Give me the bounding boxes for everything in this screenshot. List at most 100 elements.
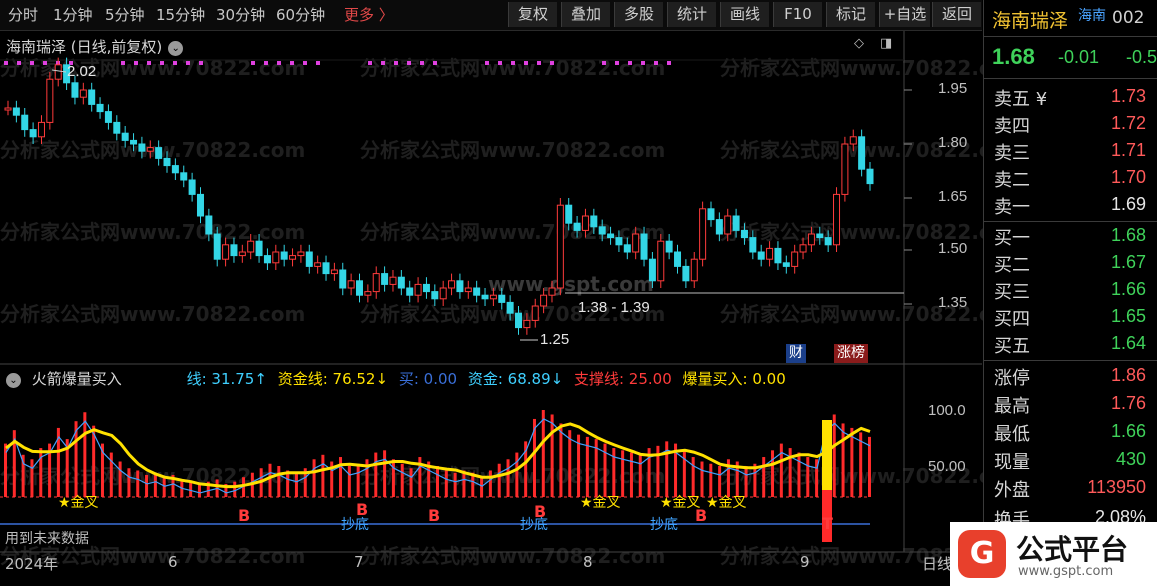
period-tab-1min[interactable]: 1分钟 <box>53 4 93 26</box>
candle-body <box>515 312 523 329</box>
volume-bar <box>312 459 316 497</box>
candle-body <box>29 129 37 138</box>
kline-chart[interactable] <box>0 31 982 586</box>
f10-button[interactable]: F10 <box>773 2 822 27</box>
candle-body <box>364 291 372 296</box>
candle-body <box>355 280 363 296</box>
ask-price: 1.71 <box>1110 140 1146 160</box>
bid-label: 买五 <box>994 336 1030 357</box>
price-axis-label: 1.95 <box>938 80 968 97</box>
signal-dot <box>628 61 632 65</box>
last-price: 1.68 <box>992 44 1035 69</box>
candle-body <box>138 143 146 152</box>
candle-body <box>640 233 648 260</box>
bid-row[interactable]: 买一 1.68 <box>984 224 1157 250</box>
ask-row[interactable]: 卖四 1.72 <box>984 112 1157 138</box>
candle-body <box>724 215 732 235</box>
candle-body <box>665 240 673 253</box>
period-tab-30min[interactable]: 30分钟 <box>216 4 265 26</box>
candle-body <box>188 179 196 195</box>
ask-row[interactable]: 卖三 1.71 <box>984 139 1157 165</box>
ask-row[interactable]: 卖五 ¥ 1.73 <box>984 85 1157 111</box>
period-tab-5min[interactable]: 5分钟 <box>105 4 145 26</box>
candle-body <box>431 291 439 300</box>
candle-body <box>548 287 556 296</box>
ask-row[interactable]: 卖一 1.69 <box>984 193 1157 219</box>
rank-tag[interactable]: 涨榜 <box>834 344 868 363</box>
period-tab-intraday[interactable]: 分时 <box>8 4 38 26</box>
toolbar: 分时 1分钟 5分钟 15分钟 30分钟 60分钟 更多 〉 复权 叠加 多股 … <box>0 0 982 31</box>
ask-row[interactable]: 卖二 1.70 <box>984 166 1157 192</box>
future-data-note: 用到未来数据 <box>5 531 89 547</box>
multi-stock-button[interactable]: 多股 <box>614 2 663 27</box>
period-tab-15min[interactable]: 15分钟 <box>156 4 205 26</box>
chevron-down-icon[interactable]: ⌄ <box>6 373 21 388</box>
price-axis-label: 1.65 <box>938 188 968 205</box>
bid-label: 买一 <box>994 228 1030 249</box>
statistics-button[interactable]: 统计 <box>667 2 716 27</box>
candle-body <box>648 258 656 282</box>
bid-row[interactable]: 买五 1.64 <box>984 332 1157 358</box>
volume-bar <box>391 459 395 497</box>
indicator-field-fundline: 资金线: 76.52↓ <box>277 370 389 388</box>
stock-short-name: 海南 <box>1078 8 1106 24</box>
signal-dot <box>368 61 372 65</box>
gspt-logo: G 公式平台 www.gspt.com <box>950 522 1157 586</box>
signal-dot <box>394 61 398 65</box>
candle-body <box>372 273 380 293</box>
candle-body <box>749 237 757 253</box>
candle-body <box>632 233 640 253</box>
mark-button[interactable]: 标记 <box>826 2 875 27</box>
volume-bar <box>665 441 669 497</box>
indicator-name[interactable]: 火箭爆量买入 <box>32 370 122 388</box>
signal-dot <box>641 61 645 65</box>
adjust-button[interactable]: 复权 <box>508 2 557 27</box>
candle-body <box>230 244 238 257</box>
high-price-label: 2.02 <box>67 63 97 80</box>
signal-dot <box>290 61 294 65</box>
bid-row[interactable]: 买三 1.66 <box>984 278 1157 304</box>
bottom-fishing-label: 抄底 <box>520 517 548 533</box>
volume-bar <box>806 457 810 497</box>
candle-body <box>146 147 154 152</box>
bid-label: 买三 <box>994 282 1030 303</box>
draw-line-button[interactable]: 画线 <box>720 2 769 27</box>
back-button[interactable]: 返回 <box>932 2 981 27</box>
bottom-fishing-label: 抄底 <box>341 517 369 533</box>
signal-dot <box>615 61 619 65</box>
bid-row[interactable]: 买四 1.65 <box>984 305 1157 331</box>
signal-dot <box>485 61 489 65</box>
signal-dot <box>277 61 281 65</box>
volume-bar <box>30 459 34 497</box>
candle-body <box>121 132 129 141</box>
overlay-button[interactable]: 叠加 <box>561 2 610 27</box>
indicator-axis-label: 100.0 <box>928 402 966 419</box>
volume-bar <box>436 466 439 497</box>
date-axis-label: 6 <box>168 553 178 571</box>
stat-label: 现量 <box>994 452 1030 473</box>
candle-body <box>456 280 464 293</box>
ask-label: 卖四 <box>994 116 1030 137</box>
add-watchlist-button[interactable]: +自选 <box>879 2 930 27</box>
volume-bar <box>321 454 325 497</box>
finance-tag[interactable]: 财 <box>786 344 806 363</box>
volume-bar <box>638 454 642 497</box>
bid-price: 1.68 <box>1110 225 1146 245</box>
volume-bar <box>841 423 845 497</box>
volume-bar <box>691 457 695 497</box>
stat-value: 1.66 <box>1110 421 1146 441</box>
candle-body <box>247 240 255 253</box>
low-price-label: 1.25 <box>540 331 570 348</box>
period-more-button[interactable]: 更多 〉 <box>344 4 394 26</box>
candle-body <box>481 294 489 300</box>
indicator-header: ⌄ 火箭爆量买入 线: 31.75↑ 资金线: 76.52↓ 买: 0.00 资… <box>6 368 792 390</box>
volume-bar <box>771 450 775 497</box>
signal-dot <box>30 61 34 65</box>
bid-row[interactable]: 买二 1.67 <box>984 251 1157 277</box>
candle-body <box>439 287 447 300</box>
signal-dot <box>264 61 268 65</box>
period-tab-60min[interactable]: 60分钟 <box>276 4 325 26</box>
signal-dot <box>43 61 47 65</box>
candle-body <box>464 287 472 293</box>
candle-body <box>782 262 790 267</box>
